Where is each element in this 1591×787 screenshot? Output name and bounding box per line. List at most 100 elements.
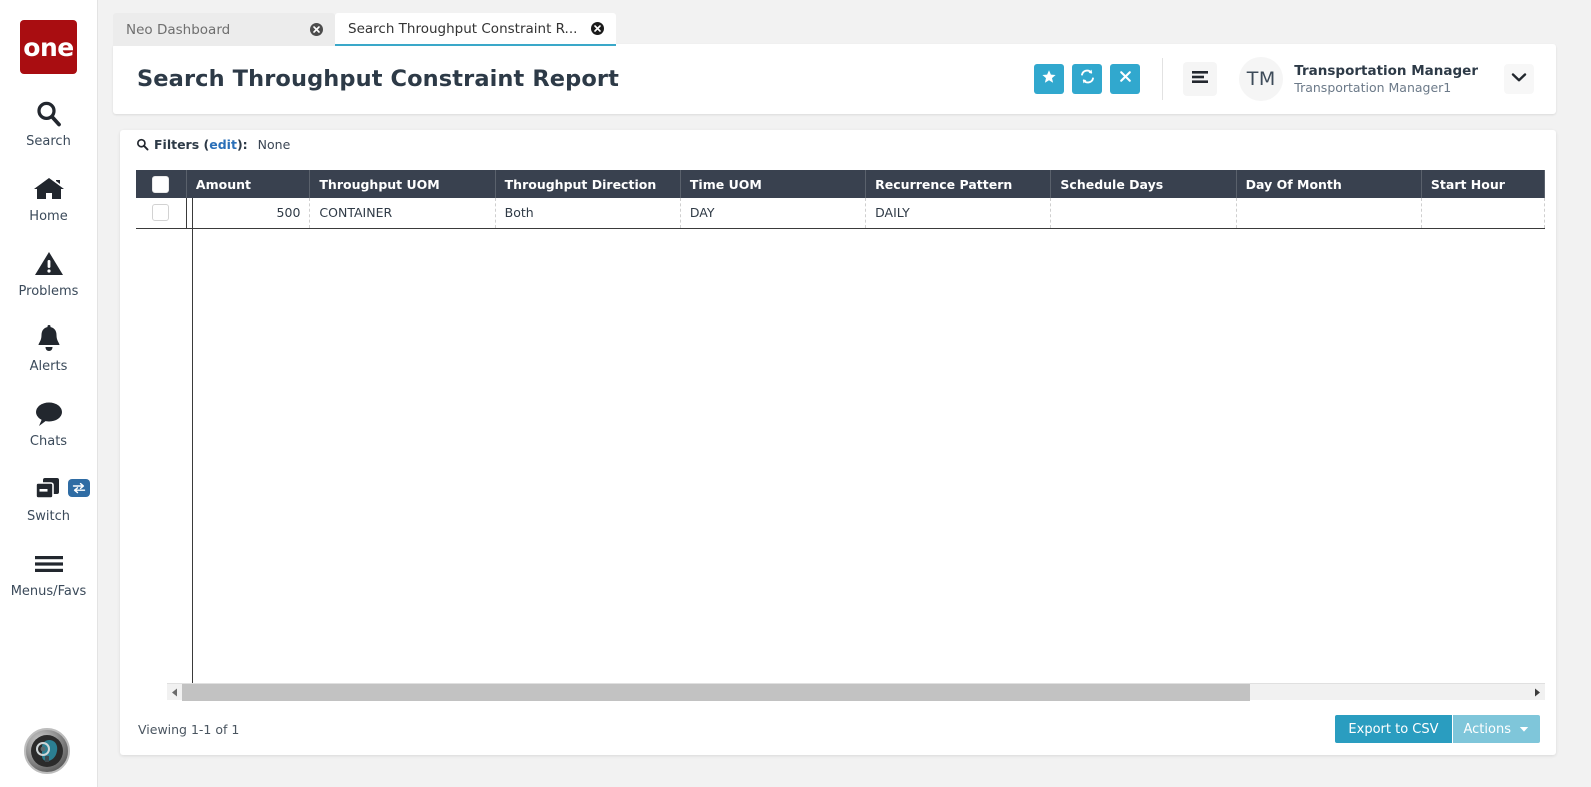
actions-button[interactable]: Actions <box>1452 715 1540 743</box>
filters-edit-link[interactable]: edit <box>209 137 237 152</box>
page-header: Search Throughput Constraint Report TM T… <box>113 44 1556 114</box>
application-window: one Search Home Problems Alerts Chats Sw… <box>0 0 1591 787</box>
column-header[interactable]: Throughput Direction <box>495 170 681 198</box>
favorite-button[interactable] <box>1034 64 1065 94</box>
star-icon <box>1041 69 1057 90</box>
one-logo-text: one <box>23 32 74 62</box>
chat-icon <box>33 398 65 430</box>
tab-label: Neo Dashboard <box>126 21 231 38</box>
header-action-buttons <box>1034 64 1141 94</box>
cell-time-uom: DAY <box>680 198 867 229</box>
column-header[interactable]: Amount <box>186 170 311 198</box>
filters-paren-open: ( <box>199 136 210 152</box>
horizontal-scrollbar[interactable] <box>167 683 1545 701</box>
sidebar-item-switch[interactable]: Switch <box>0 473 98 524</box>
export-to-csv-label: Export to CSV <box>1348 721 1439 737</box>
close-button[interactable] <box>1110 64 1141 94</box>
sidebar-item-label: Search <box>26 134 71 149</box>
tab-neo-dashboard[interactable]: Neo Dashboard <box>113 13 335 46</box>
user-subtitle: Transportation Manager1 <box>1294 79 1452 95</box>
column-header[interactable]: Throughput UOM <box>309 170 496 198</box>
avatar[interactable]: TM <box>1239 57 1284 101</box>
column-header[interactable]: Schedule Days <box>1050 170 1237 198</box>
results-grid: Amount Throughput UOM Throughput Directi… <box>136 170 1545 697</box>
sidebar-item-label: Chats <box>29 434 68 449</box>
results-table: Amount Throughput UOM Throughput Directi… <box>136 170 1545 229</box>
cell-start-hour <box>1421 198 1545 229</box>
sidebar-item-problems[interactable]: Problems <box>0 248 98 299</box>
switch-icon <box>32 473 66 505</box>
filters-label: Filters <box>154 136 200 152</box>
select-all-header[interactable] <box>136 170 187 198</box>
refresh-button[interactable] <box>1072 64 1103 94</box>
hamburger-icon <box>33 548 65 580</box>
warning-icon <box>34 248 64 280</box>
user-name: Transportation Manager <box>1294 62 1478 79</box>
header-menu-button[interactable] <box>1183 62 1218 96</box>
sidebar-item-label: Menus/Favs <box>10 584 87 599</box>
user-info[interactable]: Transportation Manager Transportation Ma… <box>1294 63 1478 96</box>
cell-throughput-uom: CONTAINER <box>309 198 496 229</box>
cell-day-of-month <box>1236 198 1422 229</box>
one-logo[interactable]: one <box>20 20 77 74</box>
column-header[interactable]: Day Of Month <box>1236 170 1422 198</box>
select-all-checkbox[interactable] <box>152 175 170 193</box>
search-icon <box>136 138 149 151</box>
scrollbar-track[interactable] <box>182 683 1530 701</box>
column-header[interactable]: Start Hour <box>1421 170 1545 198</box>
hamburger-icon <box>1191 70 1209 89</box>
sidebar-item-chats[interactable]: Chats <box>0 398 98 449</box>
sidebar-item-home[interactable]: Home <box>0 173 98 224</box>
sidebar-item-alerts[interactable]: Alerts <box>0 323 98 374</box>
sidebar-item-label: Switch <box>27 509 70 524</box>
sidebar-item-label: Problems <box>18 284 79 299</box>
table-header-row: Amount Throughput UOM Throughput Directi… <box>136 170 1545 198</box>
table-row[interactable]: 500 CONTAINER Both DAY DAILY <box>136 198 1545 229</box>
cell-throughput-direction: Both <box>495 198 681 229</box>
tab-bar: Neo Dashboard Search Throughput Constrai… <box>113 13 617 46</box>
scroll-left-arrow[interactable] <box>167 684 182 701</box>
row-checkbox[interactable] <box>152 204 170 222</box>
left-sidebar: one Search Home Problems Alerts Chats Sw… <box>0 0 98 787</box>
filters-separator: : <box>242 136 248 152</box>
search-icon <box>34 98 64 130</box>
viewing-count: Viewing 1-1 of 1 <box>138 721 240 737</box>
actions-label: Actions <box>1463 721 1512 737</box>
sidebar-item-label: Home <box>29 209 68 224</box>
close-icon <box>1118 69 1133 89</box>
report-panel: Filters ( edit ) : None Amount Throughpu… <box>120 130 1556 755</box>
column-header[interactable]: Recurrence Pattern <box>865 170 1052 198</box>
chevron-down-icon <box>1519 722 1529 737</box>
brain-gear-logo[interactable] <box>24 728 70 774</box>
cell-amount: 500 <box>186 198 311 229</box>
close-icon[interactable] <box>591 22 605 35</box>
panel-footer: Viewing 1-1 of 1 Export to CSV Actions <box>120 703 1556 755</box>
refresh-icon <box>1079 68 1096 90</box>
main-area: Neo Dashboard Search Throughput Constrai… <box>98 0 1591 787</box>
home-icon <box>33 173 65 205</box>
avatar-initials: TM <box>1246 68 1276 90</box>
tab-search-throughput-constraint-report[interactable]: Search Throughput Constraint R... <box>335 13 617 46</box>
sidebar-item-search[interactable]: Search <box>0 98 98 149</box>
scrollbar-thumb[interactable] <box>182 683 1250 701</box>
user-menu-button[interactable] <box>1504 64 1534 94</box>
export-to-csv-button[interactable]: Export to CSV <box>1335 715 1452 743</box>
sidebar-item-menus-favs[interactable]: Menus/Favs <box>0 548 98 599</box>
close-icon[interactable] <box>310 23 323 36</box>
exchange-icon[interactable] <box>67 479 90 497</box>
column-header[interactable]: Time UOM <box>680 170 867 198</box>
cell-recurrence-pattern: DAILY <box>865 198 1052 229</box>
chevron-down-icon <box>1511 70 1527 88</box>
row-select-cell[interactable] <box>136 198 187 229</box>
cell-schedule-days <box>1050 198 1237 229</box>
footer-buttons: Export to CSV Actions <box>1335 715 1540 743</box>
bell-icon <box>35 323 63 355</box>
tab-label: Search Throughput Constraint R... <box>348 20 578 37</box>
filters-bar: Filters ( edit ) : None <box>120 130 1556 158</box>
scroll-right-arrow[interactable] <box>1530 684 1545 701</box>
filters-value: None <box>257 136 291 152</box>
frozen-column-divider <box>192 198 193 697</box>
sidebar-item-label: Alerts <box>29 359 68 374</box>
header-divider <box>1162 58 1164 100</box>
page-title: Search Throughput Constraint Report <box>137 66 619 92</box>
